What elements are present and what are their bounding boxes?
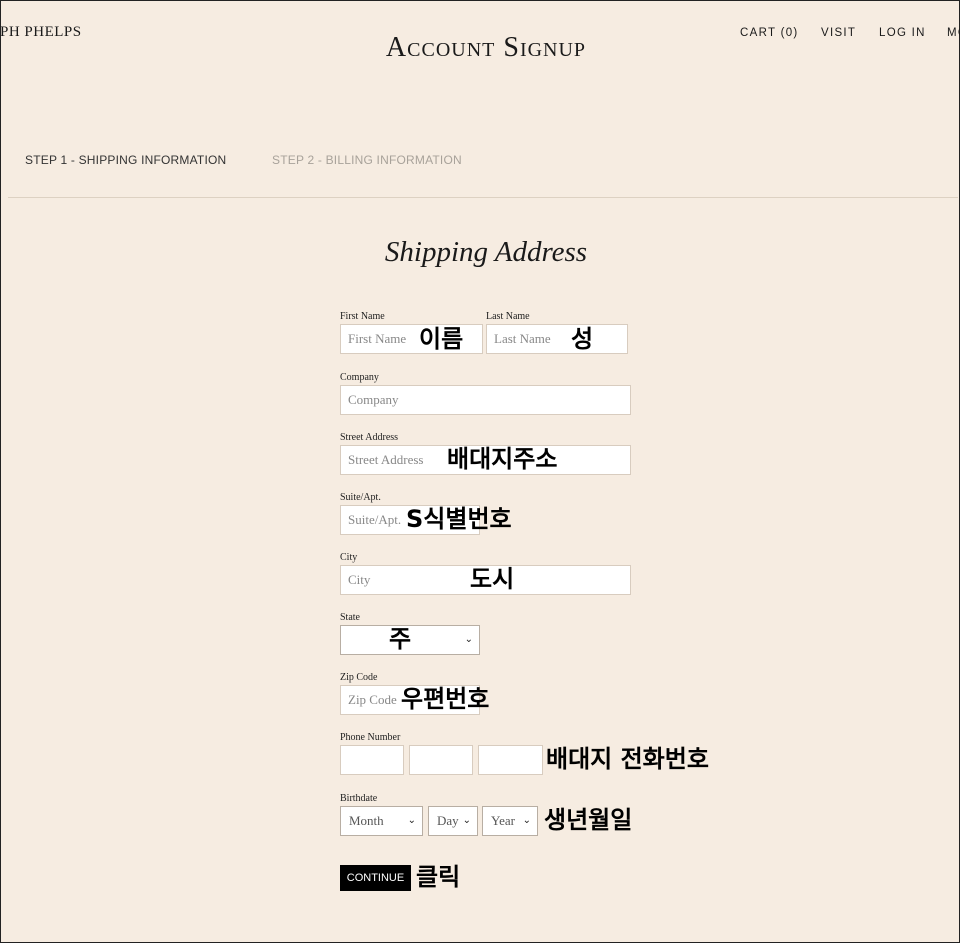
nav-more[interactable]: MO: [947, 27, 960, 39]
nav-cart[interactable]: CART (0): [740, 27, 799, 39]
state-annotation: 주: [389, 625, 412, 653]
chevron-down-icon: ⌄: [464, 634, 473, 645]
section-title: Shipping Address: [384, 236, 588, 268]
company-input[interactable]: Company: [340, 385, 631, 415]
birth-year-select[interactable]: Year ⌄: [482, 806, 538, 836]
continue-button[interactable]: CONTINUE: [340, 865, 411, 891]
birth-year-value: Year: [491, 813, 515, 828]
phone-label: Phone Number: [340, 732, 401, 743]
city-annotation: 도시: [470, 565, 515, 593]
company-label: Company: [340, 372, 379, 383]
birthdate-label: Birthdate: [340, 793, 378, 804]
zip-label: Zip Code: [340, 672, 378, 683]
step-2-tab[interactable]: STEP 2 - BILLING INFORMATION: [272, 153, 462, 167]
last-name-label: Last Name: [486, 311, 530, 322]
zip-annotation: 우편번호: [401, 685, 490, 713]
state-label: State: [340, 612, 360, 623]
phone-line-input[interactable]: [478, 745, 543, 775]
last-name-input[interactable]: Last Name: [486, 324, 628, 354]
street-address-label: Street Address: [340, 432, 399, 443]
birth-day-value: Day: [437, 813, 459, 828]
phone-area-input[interactable]: [340, 745, 404, 775]
city-label: City: [340, 552, 358, 563]
step-1-tab[interactable]: STEP 1 - SHIPPING INFORMATION: [25, 153, 226, 167]
chevron-down-icon: ⌄: [522, 815, 531, 826]
suite-label: Suite/Apt.: [340, 492, 381, 503]
chevron-down-icon: ⌄: [407, 815, 416, 826]
birth-day-select[interactable]: Day ⌄: [428, 806, 478, 836]
divider: [8, 197, 958, 198]
suite-annotation: S식별번호: [406, 505, 512, 533]
continue-annotation: 클릭: [416, 863, 461, 891]
birth-month-value: Month: [349, 813, 384, 828]
page-title: Account Signup: [385, 32, 587, 63]
first-name-label: First Name: [340, 311, 385, 322]
nav-visit[interactable]: VISIT: [821, 27, 856, 39]
nav-login[interactable]: LOG IN: [879, 27, 926, 39]
phone-annotation: 배대지 전화번호: [546, 745, 709, 773]
street-address-annotation: 배대지주소: [447, 445, 558, 473]
last-name-annotation: 성: [571, 325, 594, 353]
phone-prefix-input[interactable]: [409, 745, 473, 775]
birth-month-select[interactable]: Month ⌄: [340, 806, 423, 836]
first-name-annotation: 이름: [419, 325, 464, 353]
chevron-down-icon: ⌄: [462, 815, 471, 826]
birthdate-annotation: 생년월일: [544, 806, 633, 834]
